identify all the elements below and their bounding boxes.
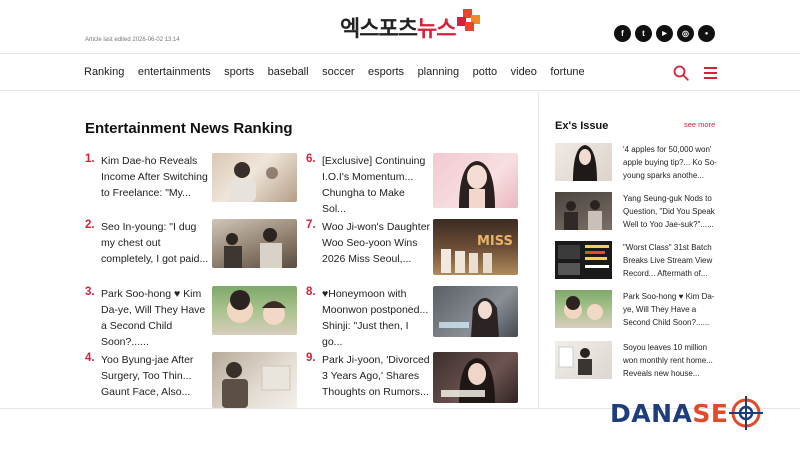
rank-headline[interactable]: ♥Honeymoon with Moonwon postponed... Shi… [322, 286, 431, 350]
rank-number: 1. [85, 153, 95, 165]
social-links: f t ▶ ◎ ● [614, 25, 715, 42]
twitter-icon[interactable]: t [635, 25, 652, 42]
rank-thumbnail[interactable]: MISS KO [433, 219, 518, 275]
column-divider [538, 92, 539, 408]
watermark-text-navy: DANA [610, 398, 693, 428]
issue-thumbnail[interactable] [555, 192, 612, 230]
issue-item[interactable]: Park Soo-hong ♥ Kim Da-ye, Will They Hav… [555, 290, 717, 328]
issue-title: Ex's Issue [555, 120, 609, 132]
rank-headline[interactable]: Yoo Byung-jae After Surgery, Too Thin...… [101, 352, 210, 400]
nav-item-video[interactable]: video [511, 66, 537, 78]
facebook-icon[interactable]: f [614, 25, 631, 42]
rank-number: 3. [85, 286, 95, 298]
rank-headline[interactable]: [Exclusive] Continuing I.O.I's Momentum.… [322, 153, 431, 217]
nav-item-planning[interactable]: planning [418, 66, 460, 78]
rank-headline[interactable]: Woo Ji-won's Daughter Woo Seo-yoon Wins … [322, 219, 431, 267]
issue-item[interactable]: Soyou leaves 10 million won monthly rent… [555, 341, 717, 379]
nav-item-esports[interactable]: esports [368, 66, 404, 78]
issue-headline[interactable]: Soyou leaves 10 million won monthly rent… [623, 341, 718, 380]
nav-item-entertainments[interactable]: entertainments [138, 66, 211, 78]
target-icon [729, 396, 764, 430]
site-header: Article last edited 2026-06-02 13:14 엑스포… [0, 0, 800, 54]
issue-headline[interactable]: "Worst Class" 31st Batch Breaks Live Str… [623, 241, 718, 280]
ranking-item[interactable]: 2. Seo In-young: "I dug my chest out com… [85, 219, 297, 269]
ranking-item[interactable]: 1. Kim Dae-ho Reveals Income After Switc… [85, 153, 297, 203]
issue-thumbnail[interactable] [555, 341, 612, 379]
watermark-text-orange: SE [692, 398, 729, 428]
rank-thumbnail[interactable] [212, 153, 297, 202]
site-logo[interactable]: 엑스포츠뉴스 [340, 9, 481, 44]
rank-headline[interactable]: Park Ji-yoon, 'Divorced 3 Years Ago,' Sh… [322, 352, 431, 400]
issue-thumbnail[interactable] [555, 241, 612, 279]
rank-number: 4. [85, 352, 95, 364]
nav-item-baseball[interactable]: baseball [268, 66, 309, 78]
ranking-item[interactable]: 4. Yoo Byung-jae After Surgery, Too Thin… [85, 352, 297, 408]
rank-number: 6. [306, 153, 316, 165]
issue-item[interactable]: Yang Seung-guk Nods to Question, "Did Yo… [555, 192, 717, 230]
rank-headline[interactable]: Seo In-young: "I dug my chest out comple… [101, 219, 210, 267]
rank-headline[interactable]: Park Soo-hong ♥ Kim Da-ye, Will They Hav… [101, 286, 210, 350]
rank-number: 2. [85, 219, 95, 231]
ranking-item[interactable]: 3. Park Soo-hong ♥ Kim Da-ye, Will They … [85, 286, 297, 348]
hamburger-menu-icon[interactable] [704, 67, 717, 79]
rank-headline[interactable]: Kim Dae-ho Reveals Income After Switchin… [101, 153, 210, 201]
issue-headline[interactable]: '4 apples for 50,000 won' apple buying t… [623, 143, 718, 182]
ranking-title: Entertainment News Ranking [85, 120, 293, 137]
ranking-item[interactable]: 9. Park Ji-yoon, 'Divorced 3 Years Ago,'… [306, 352, 518, 403]
search-icon[interactable] [673, 65, 689, 81]
rank-thumbnail[interactable] [433, 286, 518, 337]
instagram-icon[interactable]: ◎ [677, 25, 694, 42]
issue-thumbnail[interactable] [555, 143, 612, 181]
logo-text-red: 뉴스 [416, 17, 456, 42]
ranking-item[interactable]: 8. ♥Honeymoon with Moonwon postponed... … [306, 286, 518, 348]
nav-item-sports[interactable]: sports [224, 66, 254, 78]
issue-headline[interactable]: Park Soo-hong ♥ Kim Da-ye, Will They Hav… [623, 290, 718, 329]
issue-item[interactable]: "Worst Class" 31st Batch Breaks Live Str… [555, 241, 717, 279]
rank-thumbnail[interactable] [212, 286, 297, 335]
rank-thumbnail[interactable] [433, 153, 518, 208]
nav-item-soccer[interactable]: soccer [322, 66, 354, 78]
rank-thumbnail[interactable] [212, 352, 297, 408]
logo-text-dark: 엑스포츠 [340, 17, 418, 42]
rank-number: 8. [306, 286, 316, 298]
see-more-link[interactable]: see more [684, 120, 715, 129]
thumb-text-miss-ko: MISS KO [477, 234, 518, 249]
nav-item-fortune[interactable]: fortune [550, 66, 584, 78]
issue-thumbnail[interactable] [555, 290, 612, 328]
youtube-icon[interactable]: ▶ [656, 25, 673, 42]
rank-thumbnail[interactable] [433, 352, 518, 403]
last-edited-text: Article last edited 2026-06-02 13:14 [85, 37, 180, 43]
nav-item-potto[interactable]: potto [473, 66, 497, 78]
logo-mark-icon [457, 9, 481, 31]
issue-headline[interactable]: Yang Seung-guk Nods to Question, "Did Yo… [623, 192, 718, 231]
nav-item-ranking[interactable]: Ranking [84, 66, 124, 78]
rank-number: 9. [306, 352, 316, 364]
ranking-item[interactable]: 7. Woo Ji-won's Daughter Woo Seo-yoon Wi… [306, 219, 518, 275]
danaseo-watermark: DANASE [610, 396, 764, 430]
rank-number: 7. [306, 219, 316, 231]
rank-thumbnail[interactable] [212, 219, 297, 268]
kakao-icon[interactable]: ● [698, 25, 715, 42]
ranking-item[interactable]: 6. [Exclusive] Continuing I.O.I's Moment… [306, 153, 518, 215]
issue-item[interactable]: '4 apples for 50,000 won' apple buying t… [555, 143, 717, 181]
